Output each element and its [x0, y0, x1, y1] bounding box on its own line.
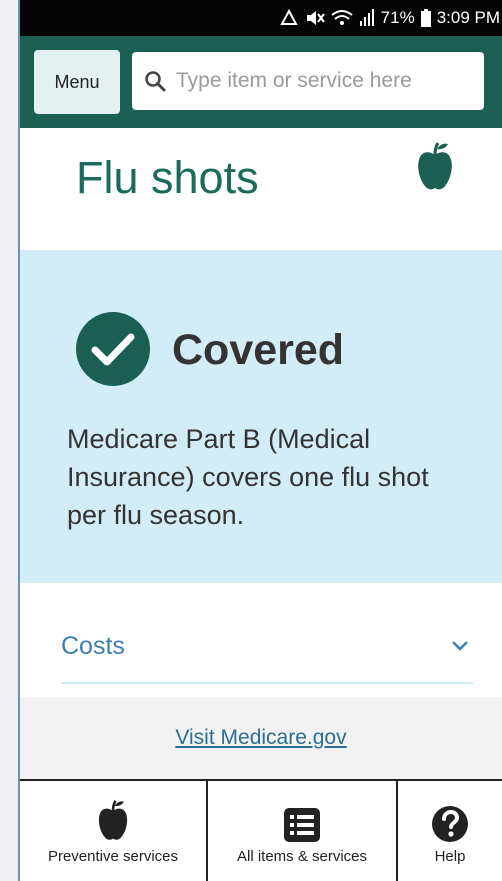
signal-icon [359, 9, 375, 27]
nav-preventive-services[interactable]: Preventive services [20, 781, 208, 881]
clock: 3:09 PM [436, 8, 500, 27]
bottom-nav: Preventive services All items & services… [20, 779, 502, 881]
coverage-card: Covered Medicare Part B (Medical Insuran… [20, 250, 502, 583]
left-gutter [0, 0, 18, 881]
coverage-status: Covered [172, 326, 345, 374]
app: 71% 3:09 PM Menu Flu shots [20, 0, 502, 881]
search-input[interactable] [176, 69, 466, 93]
nav-label: Help [434, 848, 466, 865]
costs-accordion[interactable]: Costs [61, 610, 473, 684]
nav-help[interactable]: Help [398, 781, 502, 881]
question-icon [432, 806, 468, 842]
recycle-icon [279, 9, 299, 27]
status-bar: 71% 3:09 PM [20, 0, 502, 36]
title-area: Flu shots [20, 128, 502, 250]
nav-label: Preventive services [47, 848, 179, 865]
coverage-description: Medicare Part B (Medical Insurance) cove… [67, 424, 429, 530]
apple-icon [418, 142, 452, 190]
wifi-icon [331, 9, 353, 27]
chevron-down-icon [452, 641, 468, 651]
costs-label: Costs [61, 631, 125, 660]
search-box[interactable] [132, 52, 484, 110]
footer-link-area: Visit Medicare.gov [20, 697, 502, 779]
list-icon [284, 808, 320, 842]
screen: 71% 3:09 PM Menu Flu shots [0, 0, 502, 881]
page-title: Flu shots [76, 152, 259, 203]
battery-icon [420, 9, 431, 27]
check-circle-icon [76, 312, 150, 386]
visit-medicare-link[interactable]: Visit Medicare.gov [175, 726, 346, 750]
menu-button[interactable]: Menu [34, 50, 120, 114]
apple-icon [98, 800, 128, 840]
nav-all-items-services[interactable]: All items & services [208, 781, 398, 881]
app-header: Menu [20, 36, 502, 128]
battery-percent: 71% [380, 8, 415, 27]
search-icon [145, 71, 166, 92]
nav-label: All items & services [236, 848, 368, 865]
mute-icon [305, 9, 325, 27]
